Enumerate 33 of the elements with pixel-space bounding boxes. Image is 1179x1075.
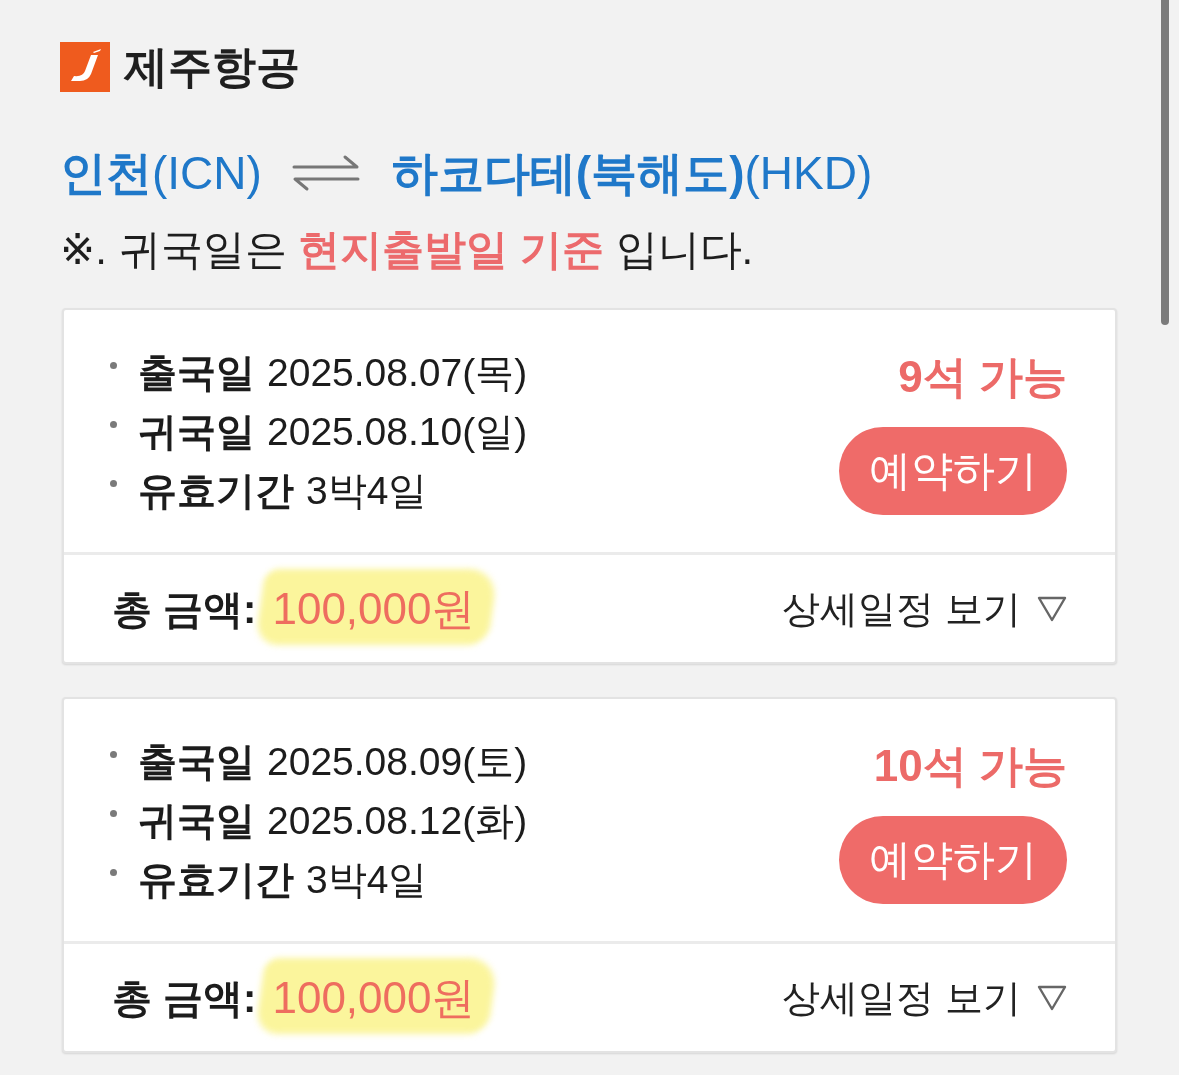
logo-icon xyxy=(60,42,110,92)
detail-label: 출국일 xyxy=(138,739,255,786)
detail-label: 귀국일 xyxy=(138,798,255,845)
bullet-icon xyxy=(110,421,117,428)
detail-value: 2025.08.10(일) xyxy=(267,409,528,456)
bullet-icon xyxy=(110,810,117,817)
detail-label: 출국일 xyxy=(138,350,255,397)
detail-label: 유효기간 xyxy=(138,857,294,904)
detail-value: 2025.08.07(목) xyxy=(267,350,528,397)
seats-available: 10석 가능 xyxy=(873,741,1067,791)
detail-value: 2025.08.09(토) xyxy=(267,739,528,786)
destination-city: 하코다테(북해도) xyxy=(391,146,745,201)
airline-name: 제주항공 xyxy=(124,45,300,89)
total-label: 총 금액: xyxy=(112,974,257,1022)
detail-value: 3박4일 xyxy=(306,857,428,904)
detail-value: 3박4일 xyxy=(306,468,428,515)
total-price: 100,000원 xyxy=(272,583,476,633)
detail-label: 귀국일 xyxy=(138,409,255,456)
bullet-icon xyxy=(110,751,117,758)
bullet-icon xyxy=(110,869,117,876)
seats-available: 9석 가능 xyxy=(898,352,1067,402)
bullet-icon xyxy=(110,362,117,369)
origin-city: 인천 xyxy=(60,146,152,201)
details-link[interactable]: 상세일정 보기 xyxy=(782,589,1067,628)
notice-text: ※. 귀국일은 현지출발일 기준 입니다. xyxy=(60,225,754,275)
detail-value: 2025.08.12(화) xyxy=(267,798,528,845)
bullet-icon xyxy=(110,480,117,487)
detail-label: 유효기간 xyxy=(138,468,294,515)
destination-code: (HKD) xyxy=(744,146,873,201)
total-label: 총 금액: xyxy=(112,585,257,633)
origin-code: (ICN) xyxy=(152,146,262,201)
details-link[interactable]: 상세일정 보기 xyxy=(782,978,1067,1017)
total-price: 100,000원 xyxy=(272,972,476,1022)
